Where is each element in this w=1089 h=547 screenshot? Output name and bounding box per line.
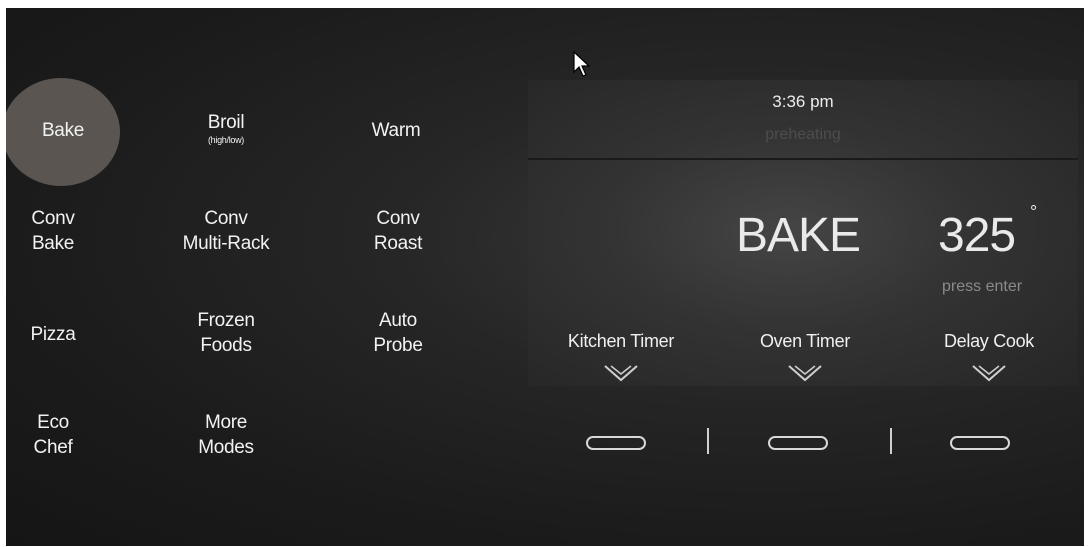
mode-conv-multirack-line1: Conv [204,208,248,229]
mode-bake[interactable]: Bake [28,118,98,143]
chevron-down-icon[interactable] [785,362,825,386]
mode-frozen-foods[interactable]: Frozen Foods [176,308,276,358]
mode-pizza-label: Pizza [30,324,76,345]
mode-auto-probe-line2: Probe [373,335,423,356]
mode-conv-roast[interactable]: Conv Roast [358,206,438,256]
temperature-value[interactable]: 325 [938,208,1016,263]
preheat-status: preheating [765,126,841,143]
mode-conv-roast-line1: Conv [376,208,420,229]
oven-control-panel: Bake Broil (high/low) Warm Conv Bake Con… [6,8,1084,546]
degree-symbol: ° [1030,202,1038,222]
mode-more-modes-line2: Modes [198,437,254,458]
press-enter-prompt: press enter [942,278,1023,295]
mode-eco-chef-line1: Eco [37,412,69,433]
mode-broil-label: Broil [207,112,245,133]
mode-eco-chef-line2: Chef [33,437,73,458]
chevron-down-icon[interactable] [969,362,1009,386]
current-mode: BAKE [736,209,861,262]
oven-timer-button[interactable]: Oven Timer [740,331,870,352]
mode-more-modes[interactable]: More Modes [176,410,276,460]
mode-broil[interactable]: Broil (high/low) [176,110,276,145]
chevron-down-icon[interactable] [601,362,641,386]
mode-warm[interactable]: Warm [356,118,436,143]
separator-line [707,428,709,454]
mouse-pointer-icon [573,50,591,77]
mode-frozen-foods-line1: Frozen [197,310,255,331]
mode-conv-bake[interactable]: Conv Bake [23,206,83,256]
kitchen-timer-slider-button[interactable] [586,436,646,450]
mode-conv-bake-line2: Bake [31,233,75,254]
mode-broil-sublabel: (high/low) [207,135,244,145]
mode-more-modes-line1: More [204,412,248,433]
clock-time: 3:36 pm [772,92,834,111]
mode-eco-chef[interactable]: Eco Chef [23,410,83,460]
mode-conv-roast-line2: Roast [373,233,423,254]
mode-conv-bake-line1: Conv [31,208,75,229]
delay-cook-slider-button[interactable] [950,436,1010,450]
mode-conv-multirack-line2: Multi-Rack [182,233,270,254]
mode-bake-label: Bake [41,120,85,141]
mode-pizza[interactable]: Pizza [23,322,83,347]
kitchen-timer-button[interactable]: Kitchen Timer [556,331,686,352]
mode-conv-multirack[interactable]: Conv Multi-Rack [166,206,286,256]
status-display: 3:36 pm preheating BAKE 325 ° press ente… [528,80,1078,386]
mode-warm-label: Warm [371,120,421,141]
oven-timer-slider-button[interactable] [768,436,828,450]
mode-frozen-foods-line2: Foods [200,335,252,356]
display-divider [528,158,1078,160]
mode-auto-probe[interactable]: Auto Probe [358,308,438,358]
mode-auto-probe-line1: Auto [379,310,417,331]
separator-line [890,428,892,454]
delay-cook-button[interactable]: Delay Cook [924,331,1054,352]
